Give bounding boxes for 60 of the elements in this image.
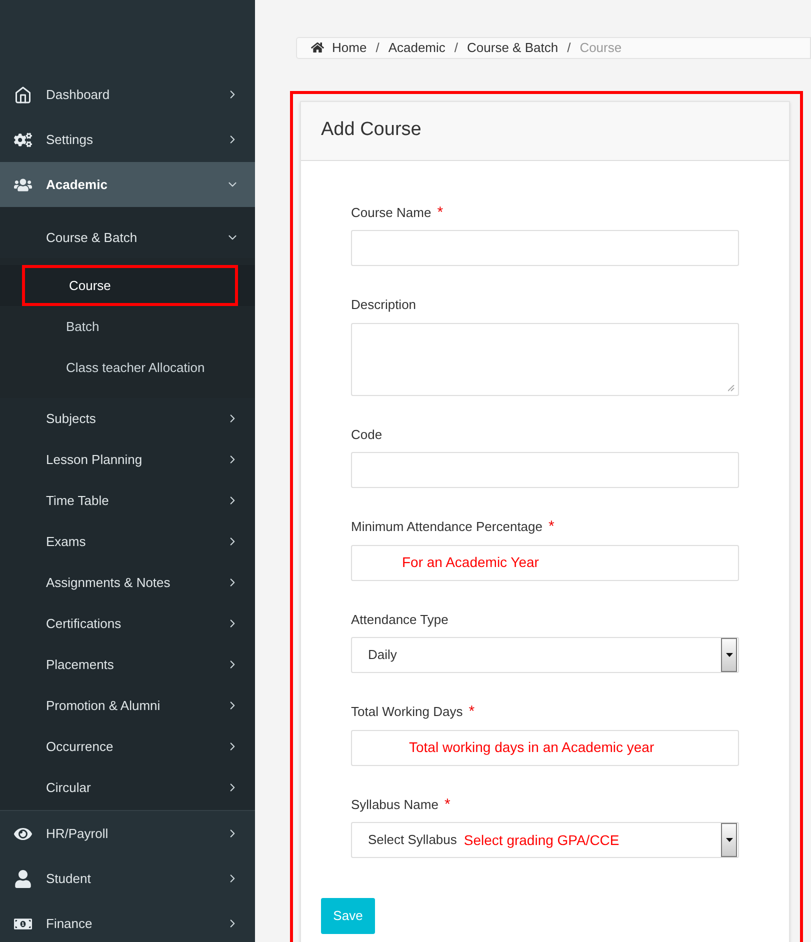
dropdown-button[interactable] xyxy=(721,823,737,857)
caret-down-icon xyxy=(726,838,732,842)
annotation-text: Select grading GPA/CCE xyxy=(464,830,620,850)
sidebar-item[interactable]: HR/Payroll xyxy=(0,811,255,856)
selected-value: Select Syllabus xyxy=(368,831,457,850)
user-icon xyxy=(14,870,32,888)
field-label: Syllabus Name xyxy=(351,796,438,814)
select-field[interactable]: Select Syllabus Select grading GPA/CCE xyxy=(351,822,739,858)
field-label: Minimum Attendance Percentage xyxy=(351,518,542,536)
field-label: Code xyxy=(351,426,382,444)
selected-value: Daily xyxy=(368,646,397,664)
card-title: Add Course xyxy=(321,118,422,142)
submenu-item[interactable]: Circular xyxy=(0,767,255,808)
field-label: Total Working Days xyxy=(351,703,463,721)
submenu-item[interactable]: Exams xyxy=(0,521,255,562)
annotation-text: For an Academic Year xyxy=(402,553,539,572)
annotation-text: Total working days in an Academic year xyxy=(409,738,654,757)
sidebar-item[interactable]: Finance xyxy=(0,901,255,942)
submenu-item[interactable]: Lesson Planning xyxy=(0,439,255,480)
submenu-item[interactable]: Subjects xyxy=(0,398,255,439)
required-asterisk: * xyxy=(468,704,475,720)
caret-down-icon xyxy=(726,653,732,657)
text-field[interactable] xyxy=(351,230,739,266)
submenu-item[interactable]: Assignments & Notes xyxy=(0,562,255,603)
select-field[interactable]: Daily xyxy=(351,637,739,673)
home-icon xyxy=(14,86,32,104)
submenu-link[interactable]: Class teacher Allocation xyxy=(22,347,238,388)
field-label: Course Name xyxy=(351,204,432,222)
text-field[interactable]: For an Academic Year xyxy=(351,544,739,580)
text-field[interactable] xyxy=(351,452,739,488)
submenu-item[interactable]: Occurrence xyxy=(0,726,255,767)
field-label: Description xyxy=(351,296,416,314)
users-icon xyxy=(14,176,32,194)
breadcrumb-link[interactable]: Academic xyxy=(388,38,446,58)
text-field[interactable]: Total working days in an Academic year xyxy=(351,730,739,766)
home-icon xyxy=(311,41,324,54)
dropdown-button[interactable] xyxy=(721,638,737,672)
required-asterisk: * xyxy=(548,519,554,534)
submenu-item[interactable]: Course & Batch xyxy=(0,217,255,258)
sidebar-item[interactable]: Settings xyxy=(0,117,255,162)
sidebar-item[interactable]: Dashboard xyxy=(0,72,255,117)
breadcrumb-link[interactable]: Course & Batch xyxy=(467,38,558,58)
field-label: Attendance Type xyxy=(351,610,448,629)
submenu-item[interactable]: Time Table xyxy=(0,480,255,521)
breadcrumb-separator: / xyxy=(453,39,460,57)
breadcrumb-separator: / xyxy=(566,39,572,57)
required-asterisk: * xyxy=(444,796,450,812)
resize-grip-icon xyxy=(728,384,735,392)
submenu-item[interactable]: Placements xyxy=(0,644,255,685)
required-asterisk: * xyxy=(437,204,444,220)
submenu-link[interactable]: Course xyxy=(22,265,238,306)
submenu-link[interactable]: Batch xyxy=(22,306,238,347)
gears-icon xyxy=(14,130,32,148)
breadcrumb-link[interactable]: Home xyxy=(332,38,367,58)
description-field[interactable] xyxy=(351,322,739,396)
sidebar-item[interactable]: Student xyxy=(0,856,255,901)
sidebar-item[interactable]: Academic xyxy=(0,162,255,207)
breadcrumb-separator: / xyxy=(374,39,380,57)
submenu-item[interactable]: Promotion & Alumni xyxy=(0,685,255,726)
submenu-item[interactable]: Certifications xyxy=(0,603,255,644)
